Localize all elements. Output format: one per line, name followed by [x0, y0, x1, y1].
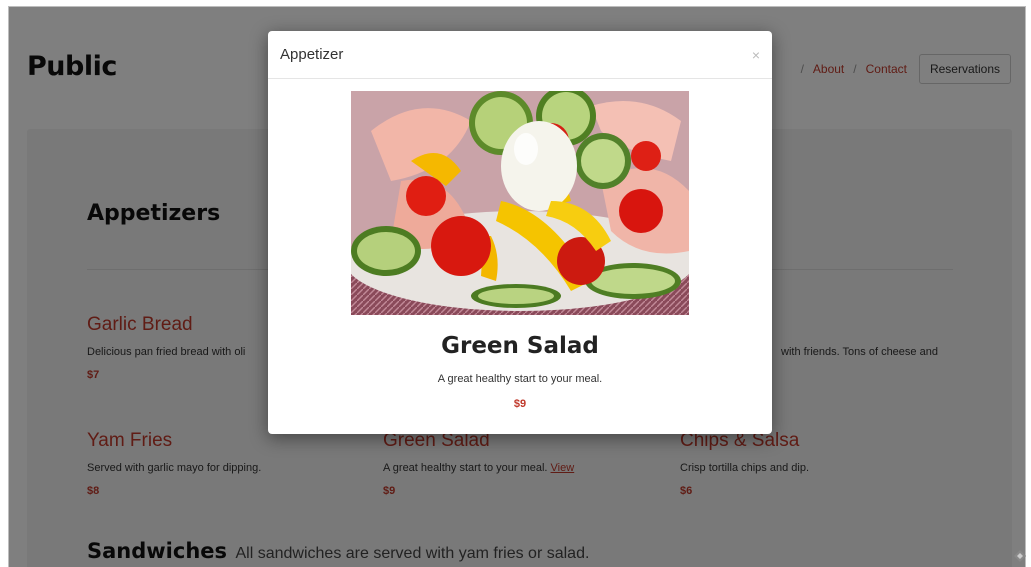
modal-item-desc: A great healthy start to your meal.	[437, 373, 603, 385]
modal-title: Appetizer	[280, 46, 344, 63]
modal-header: Appetizer ×	[268, 31, 772, 79]
salad-photo	[351, 91, 689, 315]
diamond-icon	[1014, 550, 1026, 562]
appetizer-modal: Appetizer × Green Salad A great healthy …	[268, 31, 772, 434]
modal-item-price: $9	[513, 398, 527, 410]
browser-viewport: Public / About / Contact Reservations Ap…	[8, 6, 1026, 567]
salad-image	[351, 91, 689, 315]
close-icon[interactable]: ×	[752, 47, 760, 63]
modal-item-name: Green Salad	[441, 333, 599, 359]
